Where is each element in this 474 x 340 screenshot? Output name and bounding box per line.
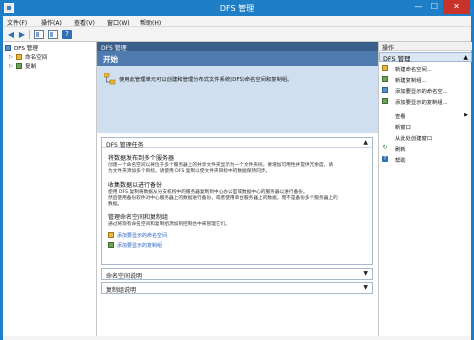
task-backup-text-1: 使用 DFS 复制将数据从分支机构中的服务器复制到中心办公室或数据中心的服务器以… (108, 190, 308, 195)
task-backup-text-2: 然后使用备份软件对中心服务器上的数据进行备份，或者使用单台服务器上的数据，而不是… (108, 196, 338, 201)
help-icon: ? (382, 156, 388, 162)
toolbar-divider (29, 30, 30, 39)
task-publish-text-1: 创建一个命名空间以将位于多个服务器上的共享文件夹显示为一个文件夹树。要增加可用性… (108, 163, 334, 168)
minimize-button[interactable]: — (411, 0, 426, 14)
add-namespace-link-label[interactable]: 添加要显示的命名空间 (117, 232, 167, 239)
replication-icon (16, 63, 22, 69)
add-replication-group-icon (382, 98, 388, 104)
actions-group-label: DFS 管理 (383, 55, 411, 63)
actions-pane: 操作 DFS 管理 ▲ 新建命名空间... 新建复制组... 添加要显示的命名空… (378, 42, 472, 336)
app-window: DFS 管理 — ☐ ✕ 文件(F) 操作(A) 查看(V) 窗口(W) 帮助(… (0, 0, 474, 340)
dfs-tasks-section: DFS 管理任务 ▲ 将数据发布到多个服务器 创建一个命名空间以将位于多个服务器… (101, 137, 373, 265)
dfs-tasks-header[interactable]: DFS 管理任务 ▲ (102, 138, 372, 149)
properties-icon[interactable] (48, 30, 58, 39)
getting-started-description: 使用此管理单元可以创建和管理分布式文件系统(DFS)命名空间和复制组。 (119, 77, 293, 83)
replication-description-title: 复制组说明 (106, 287, 137, 294)
task-backup-title: 收集数据以进行备份 (108, 182, 163, 189)
action-add-replication-group[interactable]: 添加要显示的复制组... (379, 97, 472, 106)
tree-item-label: 复制 (25, 64, 37, 70)
add-replication-group-link[interactable]: 添加要显示的复制组 (108, 242, 228, 249)
expand-arrow-icon[interactable]: ▷ (9, 63, 13, 69)
action-refresh[interactable]: ↻ 刷新 (379, 144, 472, 154)
expand-arrow-icon[interactable]: ▼ (363, 270, 368, 277)
dfs-tasks-title: DFS 管理任务 (106, 142, 144, 149)
tree-item-label: DFS 管理 (14, 46, 38, 52)
action-view[interactable]: 查看 ▶ (379, 111, 472, 120)
action-new-namespace[interactable]: 新建命名空间... (379, 64, 472, 73)
getting-started-banner: 开始 使用此管理单元可以创建和管理分布式文件系统(DFS)命名空间和复制组。 (97, 51, 378, 133)
namespace-folder-icon (16, 54, 22, 60)
menu-window[interactable]: 窗口(W) (107, 18, 130, 27)
collapse-arrow-icon[interactable]: ▲ (363, 139, 368, 146)
menu-bar: 文件(F) 操作(A) 查看(V) 窗口(W) 帮助(H) (3, 16, 471, 27)
forward-arrow-icon[interactable]: ▶ (17, 30, 27, 39)
back-arrow-icon[interactable]: ◀ (6, 30, 16, 39)
menu-action[interactable]: 操作(A) (41, 18, 62, 27)
title-bar[interactable]: DFS 管理 — ☐ ✕ (0, 0, 474, 16)
menu-view[interactable]: 查看(V) (74, 18, 95, 27)
console-tree: DFS 管理 ▷ 命名空间 ▷ 复制 (3, 42, 97, 336)
task-manage-text: 通过将现有命名空间和复制组添加到控制台中来管理它们。 (108, 222, 230, 227)
action-help[interactable]: ? 帮助 (379, 155, 472, 164)
task-backup-text-3: 数据。 (108, 202, 123, 207)
add-namespace-link[interactable]: 添加要显示的命名空间 (108, 232, 228, 239)
tree-item-replication[interactable]: ▷ 复制 (9, 62, 95, 70)
dfs-tree-icon (104, 73, 116, 85)
namespace-folder-icon (108, 232, 114, 238)
action-add-namespace[interactable]: 添加要显示的命名空... (379, 86, 472, 95)
show-hide-tree-icon[interactable] (34, 30, 44, 39)
results-pane: DFS 管理 开始 使用此管理单元可以创建和管理分布式文件系统(DFS)命名空间… (97, 42, 378, 336)
replication-description-section[interactable]: 复制组说明 ▼ (101, 282, 373, 294)
status-bar (3, 336, 471, 340)
add-replication-group-link-label[interactable]: 添加要显示的复制组 (117, 242, 162, 249)
replication-icon (108, 242, 114, 248)
toolbar: ◀ ▶ ? (3, 27, 471, 42)
tree-item-label: 命名空间 (25, 55, 48, 61)
actions-header: 操作 (379, 42, 472, 52)
window-title: DFS 管理 (219, 4, 255, 13)
tree-item-dfs-management[interactable]: DFS 管理 (5, 44, 95, 52)
action-new-window[interactable]: 新窗口 (379, 122, 472, 131)
dfs-management-icon (5, 45, 11, 51)
namespace-description-header[interactable]: 命名空间说明 ▼ (102, 269, 372, 280)
namespace-description-title: 命名空间说明 (106, 273, 143, 280)
task-publish-title: 将数据发布到多个服务器 (108, 155, 175, 162)
close-button[interactable]: ✕ (443, 0, 470, 14)
results-pane-header: DFS 管理 (97, 42, 378, 52)
submenu-arrow-icon: ▶ (464, 112, 468, 118)
replication-description-header[interactable]: 复制组说明 ▼ (102, 283, 372, 294)
collapse-arrow-icon[interactable]: ▲ (463, 54, 468, 61)
help-icon[interactable]: ? (62, 30, 72, 39)
tree-item-namespaces[interactable]: ▷ 命名空间 (9, 53, 95, 61)
task-manage-title: 管理命名空间和复制组 (108, 214, 169, 221)
expand-arrow-icon[interactable]: ▷ (9, 54, 13, 60)
menu-help[interactable]: 帮助(H) (140, 18, 161, 27)
maximize-button[interactable]: ☐ (427, 0, 442, 14)
actions-group-dfs-management[interactable]: DFS 管理 ▲ (379, 52, 472, 63)
action-new-replication-group[interactable]: 新建复制组... (379, 75, 472, 84)
action-new-taskpad-window[interactable]: 从此处创建窗口 (379, 133, 472, 142)
refresh-icon: ↻ (382, 144, 388, 151)
task-publish-text-2: 为文件夹添加多个目标，请使用 DFS 复制以使文件夹目标中的数据保持同步。 (108, 169, 271, 174)
menu-file[interactable]: 文件(F) (7, 18, 27, 27)
new-namespace-icon (382, 65, 388, 71)
new-replication-group-icon (382, 76, 388, 82)
expand-arrow-icon[interactable]: ▼ (363, 284, 368, 291)
namespace-description-section[interactable]: 命名空间说明 ▼ (101, 268, 373, 280)
getting-started-title: 开始 (97, 51, 378, 66)
add-namespace-icon (382, 87, 388, 93)
